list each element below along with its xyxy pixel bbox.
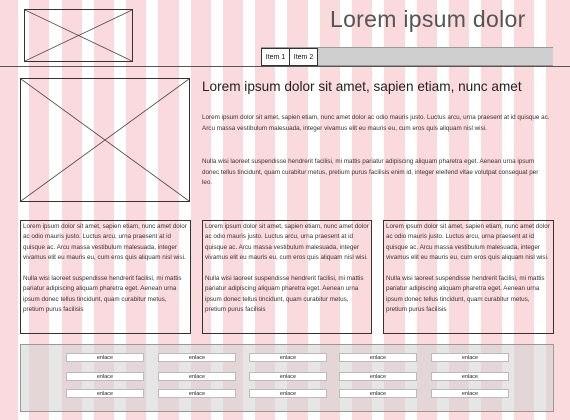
header-divider	[0, 66, 570, 67]
nav-bar: Item 1 Item 2	[261, 47, 553, 66]
text-column-2: Lorem ipsum dolor sit amet, sapien etiam…	[202, 220, 372, 334]
image-placeholder-icon	[21, 79, 189, 201]
footer-link[interactable]: enlace	[66, 372, 144, 381]
footer-link[interactable]: enlace	[158, 389, 236, 398]
column-paragraph: Nulla wisi laoreet suspendisse hendrerit…	[23, 275, 182, 314]
footer-link[interactable]: enlace	[249, 353, 327, 362]
feature-image-placeholder	[20, 78, 190, 202]
column-paragraph: Lorem ipsum dolor sit amet, sapien etiam…	[205, 223, 369, 262]
footer-link[interactable]: enlace	[249, 389, 327, 398]
text-column-3: Lorem ipsum dolor sit amet, sapien etiam…	[383, 220, 554, 334]
text-column-1: Lorem ipsum dolor sit amet, sapien etiam…	[20, 220, 191, 334]
image-placeholder-icon	[25, 10, 132, 61]
footer-link[interactable]: enlace	[66, 353, 144, 362]
footer-link[interactable]: enlace	[339, 353, 417, 362]
footer-link[interactable]: enlace	[158, 372, 236, 381]
grid-column	[0, 0, 18, 420]
footer-link[interactable]: enlace	[431, 389, 509, 398]
footer-link[interactable]: enlace	[66, 389, 144, 398]
main-headline: Lorem ipsum dolor sit amet, sapien etiam…	[202, 79, 522, 94]
footer-link[interactable]: enlace	[431, 372, 509, 381]
column-paragraph: Nulla wisi laoreet suspendisse hendrerit…	[386, 275, 545, 314]
nav-item-1[interactable]: Item 1	[261, 48, 290, 66]
footer-link[interactable]: enlace	[339, 372, 417, 381]
footer-link[interactable]: enlace	[158, 353, 236, 362]
footer-link[interactable]: enlace	[249, 372, 327, 381]
column-paragraph: Lorem ipsum dolor sit amet, sapien etiam…	[23, 223, 187, 262]
main-paragraph-1: Lorem ipsum dolor sit amet, sapien etiam…	[202, 114, 550, 132]
site-title: Lorem ipsum dolor	[330, 6, 526, 32]
main-paragraph-2: Nulla wisi laoreet suspendisse hendrerit…	[202, 158, 539, 187]
footer-link[interactable]: enlace	[431, 353, 509, 362]
footer-link[interactable]: enlace	[339, 389, 417, 398]
column-paragraph: Lorem ipsum dolor sit amet, sapien etiam…	[386, 223, 550, 262]
nav-item-2[interactable]: Item 2	[289, 48, 318, 66]
logo-image-placeholder	[24, 9, 133, 62]
footer-links-panel: enlace enlace enlace enlace enlace enlac…	[20, 344, 554, 412]
column-paragraph: Nulla wisi laoreet suspendisse hendrerit…	[205, 275, 364, 314]
